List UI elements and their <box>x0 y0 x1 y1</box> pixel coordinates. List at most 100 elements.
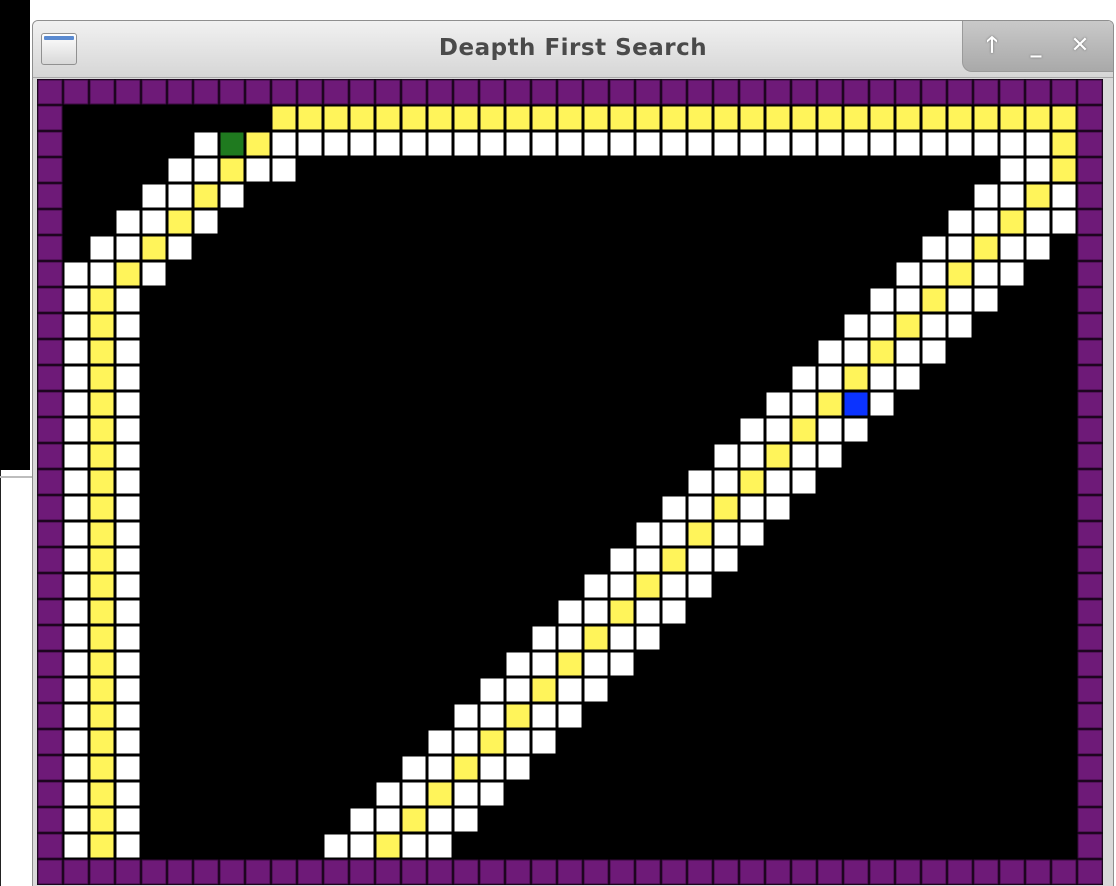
wall-cell[interactable] <box>1077 625 1103 651</box>
wall-cell[interactable] <box>479 79 505 105</box>
visited-cell[interactable] <box>1025 157 1051 183</box>
visited-cell[interactable] <box>687 131 713 157</box>
visited-cell[interactable] <box>323 833 349 859</box>
visited-cell[interactable] <box>401 755 427 781</box>
wall-cell[interactable] <box>37 79 63 105</box>
wall-cell[interactable] <box>635 859 661 885</box>
visited-cell[interactable] <box>843 131 869 157</box>
wall-cell[interactable] <box>37 729 63 755</box>
wall-cell[interactable] <box>1077 651 1103 677</box>
wall-cell[interactable] <box>37 235 63 261</box>
visited-cell[interactable] <box>843 313 869 339</box>
visited-cell[interactable] <box>739 521 765 547</box>
path-cell[interactable] <box>89 469 115 495</box>
visited-cell[interactable] <box>531 625 557 651</box>
path-cell[interactable] <box>999 105 1025 131</box>
wall-cell[interactable] <box>895 79 921 105</box>
wall-cell[interactable] <box>973 79 999 105</box>
visited-cell[interactable] <box>609 625 635 651</box>
path-cell[interactable] <box>557 651 583 677</box>
wall-cell[interactable] <box>973 859 999 885</box>
wall-cell[interactable] <box>947 79 973 105</box>
path-cell[interactable] <box>921 287 947 313</box>
wall-cell[interactable] <box>1077 755 1103 781</box>
wall-cell[interactable] <box>505 79 531 105</box>
visited-cell[interactable] <box>219 183 245 209</box>
visited-cell[interactable] <box>921 235 947 261</box>
wall-cell[interactable] <box>1077 157 1103 183</box>
wall-cell[interactable] <box>167 79 193 105</box>
visited-cell[interactable] <box>115 651 141 677</box>
wall-cell[interactable] <box>843 79 869 105</box>
visited-cell[interactable] <box>895 339 921 365</box>
wall-cell[interactable] <box>323 859 349 885</box>
wall-cell[interactable] <box>453 859 479 885</box>
wall-cell[interactable] <box>401 79 427 105</box>
path-cell[interactable] <box>219 157 245 183</box>
wall-cell[interactable] <box>869 79 895 105</box>
visited-cell[interactable] <box>817 365 843 391</box>
wall-cell[interactable] <box>895 859 921 885</box>
visited-cell[interactable] <box>635 625 661 651</box>
path-cell[interactable] <box>531 105 557 131</box>
visited-cell[interactable] <box>271 131 297 157</box>
path-cell[interactable] <box>427 105 453 131</box>
wall-cell[interactable] <box>1077 599 1103 625</box>
visited-cell[interactable] <box>765 391 791 417</box>
visited-cell[interactable] <box>609 573 635 599</box>
visited-cell[interactable] <box>895 365 921 391</box>
path-cell[interactable] <box>89 729 115 755</box>
wall-cell[interactable] <box>37 287 63 313</box>
visited-cell[interactable] <box>63 703 89 729</box>
visited-cell[interactable] <box>63 781 89 807</box>
wall-cell[interactable] <box>1051 859 1077 885</box>
path-cell[interactable] <box>661 105 687 131</box>
visited-cell[interactable] <box>89 235 115 261</box>
visited-cell[interactable] <box>89 261 115 287</box>
visited-cell[interactable] <box>921 261 947 287</box>
wall-cell[interactable] <box>1077 261 1103 287</box>
wall-cell[interactable] <box>37 833 63 859</box>
wall-cell[interactable] <box>531 79 557 105</box>
visited-cell[interactable] <box>427 729 453 755</box>
wall-cell[interactable] <box>765 859 791 885</box>
visited-cell[interactable] <box>505 651 531 677</box>
path-cell[interactable] <box>843 105 869 131</box>
wall-cell[interactable] <box>401 859 427 885</box>
search-grid[interactable] <box>37 79 1107 885</box>
wall-cell[interactable] <box>869 859 895 885</box>
path-cell[interactable] <box>323 105 349 131</box>
visited-cell[interactable] <box>635 521 661 547</box>
visited-cell[interactable] <box>583 651 609 677</box>
wall-cell[interactable] <box>63 79 89 105</box>
visited-cell[interactable] <box>973 261 999 287</box>
visited-cell[interactable] <box>739 417 765 443</box>
path-cell[interactable] <box>401 807 427 833</box>
path-cell[interactable] <box>479 729 505 755</box>
wall-cell[interactable] <box>37 261 63 287</box>
maximize-button[interactable]: 🡑 <box>977 31 1007 61</box>
visited-cell[interactable] <box>557 131 583 157</box>
wall-cell[interactable] <box>1077 703 1103 729</box>
visited-cell[interactable] <box>167 235 193 261</box>
visited-cell[interactable] <box>271 157 297 183</box>
visited-cell[interactable] <box>115 833 141 859</box>
visited-cell[interactable] <box>947 209 973 235</box>
wall-cell[interactable] <box>37 209 63 235</box>
wall-cell[interactable] <box>37 703 63 729</box>
visited-cell[interactable] <box>115 365 141 391</box>
visited-cell[interactable] <box>739 131 765 157</box>
visited-cell[interactable] <box>687 495 713 521</box>
visited-cell[interactable] <box>115 209 141 235</box>
visited-cell[interactable] <box>115 677 141 703</box>
visited-cell[interactable] <box>1025 235 1051 261</box>
visited-cell[interactable] <box>167 183 193 209</box>
path-cell[interactable] <box>817 105 843 131</box>
wall-cell[interactable] <box>375 859 401 885</box>
visited-cell[interactable] <box>947 313 973 339</box>
visited-cell[interactable] <box>401 833 427 859</box>
visited-cell[interactable] <box>63 417 89 443</box>
wall-cell[interactable] <box>1077 365 1103 391</box>
path-cell[interactable] <box>765 105 791 131</box>
path-cell[interactable] <box>791 417 817 443</box>
